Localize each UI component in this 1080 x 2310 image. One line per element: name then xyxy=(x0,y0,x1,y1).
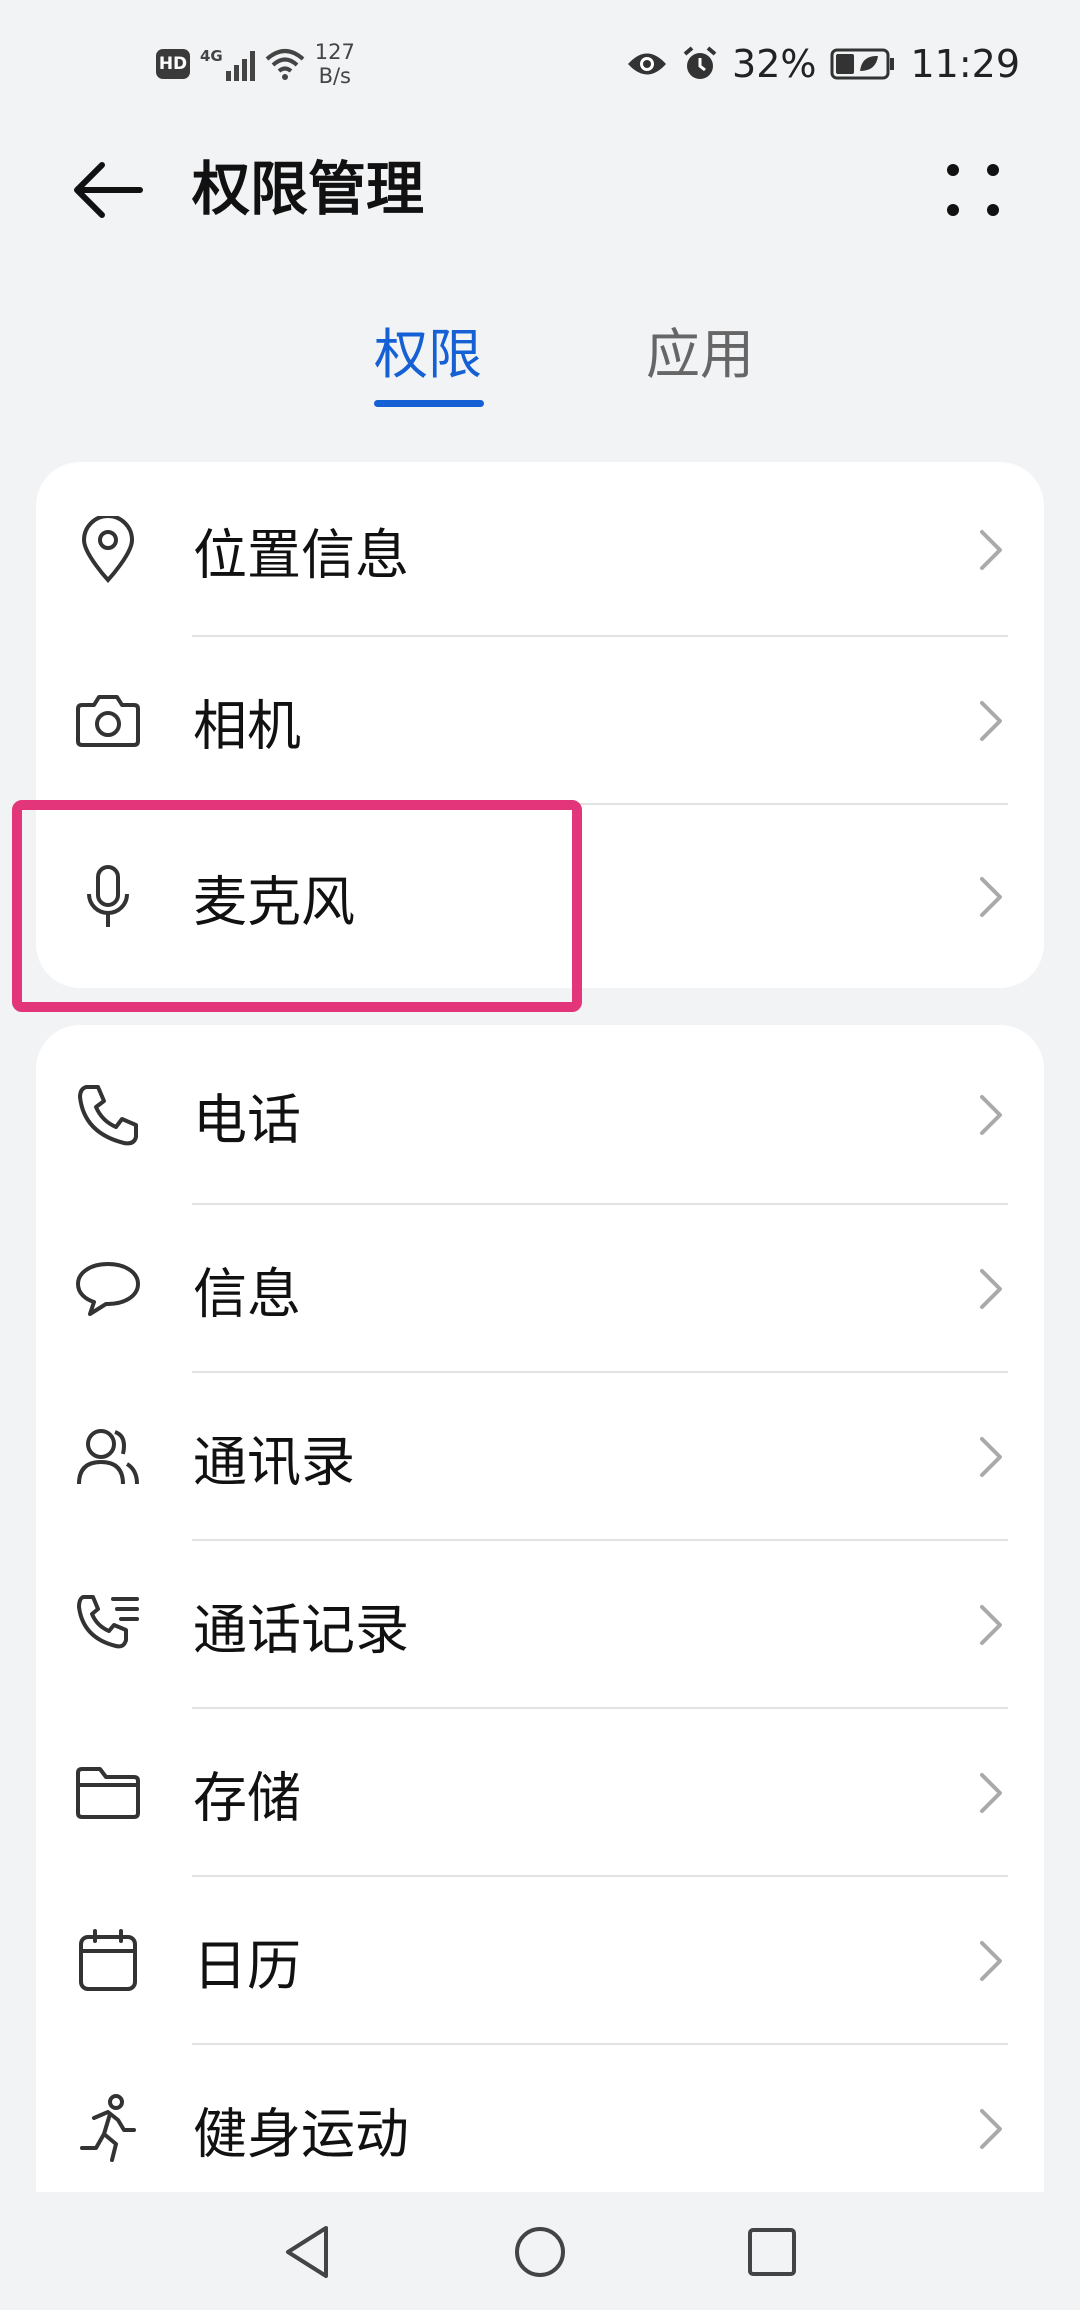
camera-icon xyxy=(74,687,142,755)
tab-permissions[interactable]: 权限 xyxy=(374,315,482,395)
chevron-right-icon xyxy=(980,1773,1002,1813)
more-options-icon[interactable] xyxy=(936,153,1016,227)
location-pin-icon xyxy=(74,515,142,584)
chevron-right-icon xyxy=(980,1437,1002,1477)
wifi-icon xyxy=(265,49,305,80)
call-log-icon xyxy=(74,1591,142,1659)
alarm-icon xyxy=(683,46,717,79)
list-item-label: 健身运动 xyxy=(193,2102,409,2166)
list-item-camera[interactable]: 相机 xyxy=(36,637,1044,805)
tab-active-indicator xyxy=(374,400,484,407)
list-item-storage[interactable]: 存储 xyxy=(36,1709,1044,1877)
chevron-right-icon xyxy=(980,876,1002,917)
hd-badge: HD xyxy=(156,49,190,79)
eye-comfort-icon xyxy=(628,53,667,75)
list-item-label: 日历 xyxy=(193,1934,301,1998)
list-item-location[interactable]: 位置信息 xyxy=(36,462,1044,637)
back-arrow-icon[interactable] xyxy=(66,153,146,227)
tab-apps[interactable]: 应用 xyxy=(646,315,754,395)
list-item-phone[interactable]: 电话 xyxy=(36,1025,1044,1205)
list-item-calendar[interactable]: 日历 xyxy=(36,1877,1044,2045)
app-header: 权限管理 xyxy=(0,125,1080,255)
list-item-label: 存储 xyxy=(193,1766,301,1830)
system-nav-bar xyxy=(0,2192,1080,2310)
back-triangle-icon[interactable] xyxy=(278,2222,338,2282)
recents-square-icon[interactable] xyxy=(742,2222,802,2282)
page-title: 权限管理 xyxy=(192,155,425,223)
list-item-call-log[interactable]: 通话记录 xyxy=(36,1541,1044,1709)
highlight-box xyxy=(12,800,582,1012)
status-left: HD 4G 127 B/s xyxy=(156,36,355,92)
speed-value: 127 xyxy=(314,40,355,64)
list-item-contacts[interactable]: 通讯录 xyxy=(36,1373,1044,1541)
home-circle-icon[interactable] xyxy=(510,2222,570,2282)
message-bubble-icon xyxy=(74,1255,142,1323)
network-type: 4G xyxy=(200,47,223,65)
chevron-right-icon xyxy=(980,701,1002,741)
chevron-right-icon xyxy=(980,529,1002,570)
list-item-label: 信息 xyxy=(193,1262,301,1326)
chevron-right-icon xyxy=(980,1269,1002,1309)
battery-percent: 32% xyxy=(732,42,817,86)
chevron-right-icon xyxy=(980,1605,1002,1645)
list-item-label: 电话 xyxy=(193,1088,301,1152)
signal-4g-icon: 4G xyxy=(200,47,255,81)
list-item-label: 位置信息 xyxy=(193,523,409,586)
list-item-label: 相机 xyxy=(193,694,301,758)
list-item-label: 通讯录 xyxy=(193,1430,355,1494)
chevron-right-icon xyxy=(980,2109,1002,2149)
clock: 11:29 xyxy=(910,42,1020,86)
folder-icon xyxy=(74,1759,142,1827)
speed-unit: B/s xyxy=(318,64,352,88)
list-item-label: 通话记录 xyxy=(193,1598,409,1662)
status-right: 32% 11:29 xyxy=(626,36,1020,92)
list-item-fitness[interactable]: 健身运动 xyxy=(36,2045,1044,2213)
chevron-right-icon xyxy=(980,1941,1002,1981)
calendar-icon xyxy=(74,1927,142,1995)
chevron-right-icon xyxy=(980,1095,1002,1135)
battery-icon xyxy=(830,48,895,80)
running-icon xyxy=(74,2094,142,2163)
status-bar: HD 4G 127 B/s 32% 11:29 xyxy=(0,0,1080,125)
permission-group-2: 电话 信息 通讯录 通话记录 存储 日历 健身运动 xyxy=(36,1025,1044,2310)
network-speed: 127 B/s xyxy=(315,40,355,88)
list-item-message[interactable]: 信息 xyxy=(36,1205,1044,1373)
phone-icon xyxy=(74,1081,142,1149)
contacts-icon xyxy=(74,1423,142,1491)
